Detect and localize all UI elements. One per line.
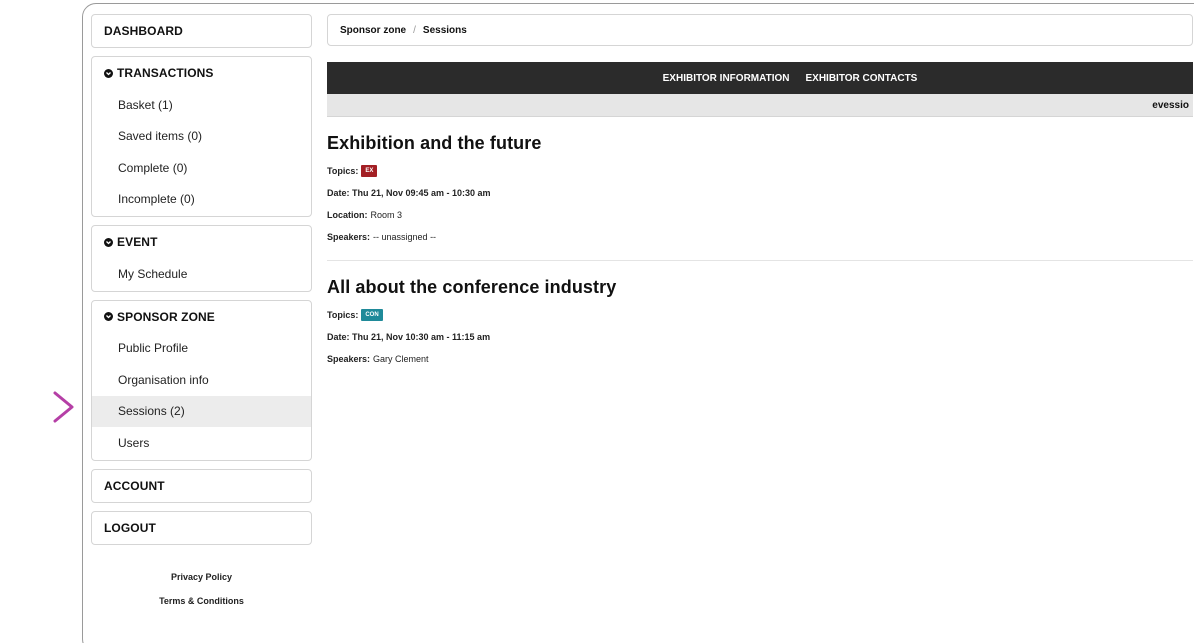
logout-label: LOGOUT [104, 520, 156, 535]
account-label: ACCOUNT [104, 478, 165, 493]
speakers-value: Gary Clement [373, 354, 429, 364]
sidebar-item-organisation-info[interactable]: Organisation info [92, 364, 311, 396]
footer-links: Privacy Policy Terms & Conditions [91, 565, 312, 613]
event-header[interactable]: EVENT [92, 226, 311, 258]
chevron-down-circle-icon [104, 312, 113, 321]
session-title[interactable]: All about the conference industry [327, 277, 1193, 298]
dashboard-label: DASHBOARD [104, 24, 183, 38]
breadcrumb-separator: / [413, 24, 416, 36]
sidebar-item-incomplete[interactable]: Incomplete (0) [92, 184, 311, 216]
speakers-label: Speakers: [327, 354, 371, 364]
topic-tag[interactable]: EX [361, 165, 378, 177]
breadcrumb-parent[interactable]: Sponsor zone [340, 25, 406, 36]
location-value: Room 3 [370, 210, 403, 220]
event-title: EVENT [117, 235, 158, 249]
sub-bar: evessio [327, 94, 1193, 117]
session-topics: Topics: EX [327, 160, 1193, 182]
transactions-header[interactable]: TRANSACTIONS [92, 57, 311, 89]
topics-label: Topics: [327, 310, 359, 320]
topics-label: Topics: [327, 166, 359, 176]
transactions-section: TRANSACTIONS Basket (1) Saved items (0) … [91, 56, 312, 217]
session-card: All about the conference industry Topics… [327, 260, 1193, 370]
sponsor-zone-title: SPONSOR ZONE [117, 309, 215, 324]
sidebar-item-complete[interactable]: Complete (0) [92, 152, 311, 184]
breadcrumb: Sponsor zone / Sessions [327, 14, 1193, 46]
sidebar: DASHBOARD TRANSACTIONS Basket (1) Saved … [91, 14, 312, 613]
sidebar-item-saved-items[interactable]: Saved items (0) [92, 121, 311, 153]
topic-tag[interactable]: CON [361, 309, 383, 321]
session-date: Date: Thu 21, Nov 09:45 am - 10:30 am [327, 182, 1193, 204]
sponsor-zone-header[interactable]: SPONSOR ZONE [92, 301, 311, 333]
main-content: Sponsor zone / Sessions EXHIBITOR INFORM… [327, 14, 1193, 370]
speakers-value: -- unassigned -- [373, 232, 437, 242]
sidebar-item-public-profile[interactable]: Public Profile [92, 333, 311, 365]
date-text: Date: Thu 21, Nov 10:30 am - 11:15 am [327, 332, 491, 342]
dashboard-link[interactable]: DASHBOARD [91, 14, 312, 48]
terms-conditions-link[interactable]: Terms & Conditions [91, 589, 312, 613]
event-section: EVENT My Schedule [91, 225, 312, 292]
session-title[interactable]: Exhibition and the future [327, 133, 1193, 154]
privacy-policy-link[interactable]: Privacy Policy [91, 565, 312, 589]
sidebar-item-my-schedule[interactable]: My Schedule [92, 258, 311, 290]
chevron-down-circle-icon [104, 68, 113, 78]
location-label: Location: [327, 210, 368, 220]
date-text: Date: Thu 21, Nov 09:45 am - 10:30 am [327, 188, 491, 198]
session-speakers: Speakers: -- unassigned -- [327, 226, 1193, 248]
account-link[interactable]: ACCOUNT [91, 468, 312, 503]
exhibitor-navbar: EXHIBITOR INFORMATION EXHIBITOR CONTACTS [327, 62, 1193, 94]
session-date: Date: Thu 21, Nov 10:30 am - 11:15 am [327, 326, 1193, 348]
transactions-title: TRANSACTIONS [117, 66, 214, 80]
session-speakers: Speakers: Gary Clement [327, 348, 1193, 370]
sponsor-zone-section: SPONSOR ZONE Public Profile Organisation… [91, 299, 312, 461]
arrow-right-icon [8, 391, 74, 423]
sidebar-item-sessions[interactable]: Sessions (2) [92, 395, 311, 427]
brand-label: evessio [1152, 99, 1189, 111]
sidebar-item-users[interactable]: Users [92, 427, 311, 459]
chevron-down-circle-icon [104, 237, 113, 247]
nav-exhibitor-contacts[interactable]: EXHIBITOR CONTACTS [806, 73, 918, 84]
breadcrumb-current: Sessions [422, 24, 467, 36]
session-card: Exhibition and the future Topics: EX Dat… [327, 117, 1193, 248]
logout-link[interactable]: LOGOUT [91, 510, 312, 545]
speakers-label: Speakers: [327, 232, 371, 242]
session-location: Location: Room 3 [327, 204, 1193, 226]
session-topics: Topics: CON [327, 304, 1193, 326]
nav-exhibitor-information[interactable]: EXHIBITOR INFORMATION [663, 73, 790, 84]
sidebar-item-basket[interactable]: Basket (1) [92, 89, 311, 121]
